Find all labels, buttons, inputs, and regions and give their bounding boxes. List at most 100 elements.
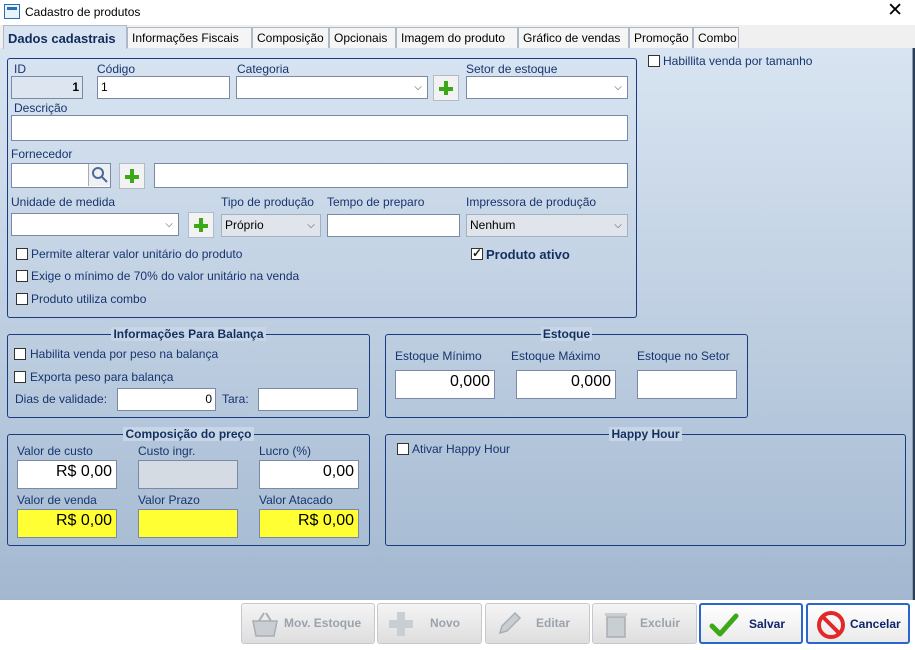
categoria-select[interactable] (236, 76, 428, 99)
title-bar: Cadastro de produtos ✕ (0, 0, 915, 24)
excluir-button[interactable]: Excluir (592, 603, 697, 644)
estoque-maximo-label: Estoque Máximo (511, 349, 601, 363)
ativar-happy-hour-checkbox[interactable] (397, 443, 409, 455)
exporta-peso-label: Exporta peso para balança (30, 370, 174, 384)
exige-minimo-checkbox[interactable] (16, 270, 28, 282)
tab-informacoes-fiscais[interactable]: Informações Fiscais (127, 27, 252, 48)
unidade-select[interactable] (11, 213, 179, 236)
id-label: ID (14, 62, 26, 76)
chevron-down-icon (161, 215, 177, 234)
produto-ativo-checkbox[interactable] (471, 246, 483, 260)
estoque-setor-label: Estoque no Setor (637, 349, 730, 363)
ativar-happy-hour-label: Ativar Happy Hour (412, 442, 511, 456)
codigo-label: Código (97, 62, 136, 76)
tara-input[interactable] (258, 388, 358, 411)
custo-ingr-field (138, 460, 238, 489)
add-fornecedor-button[interactable] (119, 163, 145, 189)
impressora-label: Impressora de produção (466, 195, 597, 209)
lucro-label: Lucro (%) (259, 444, 312, 458)
venda-tamanho-checkbox[interactable] (648, 55, 660, 67)
chevron-down-icon (410, 78, 426, 97)
produto-ativo-label: Produto ativo (486, 247, 570, 262)
cancelar-label: Cancelar (850, 617, 901, 631)
valor-atacado-label: Valor Atacado (259, 493, 333, 507)
estoque-title: Estoque (540, 327, 593, 341)
tara-label: Tara: (222, 392, 249, 406)
unidade-label: Unidade de medida (11, 195, 116, 209)
trash-icon (605, 613, 627, 638)
novo-button[interactable]: Novo (377, 603, 482, 644)
valor-venda-input[interactable]: R$ 0,00 (17, 509, 117, 538)
valor-custo-label: Valor de custo (17, 444, 93, 458)
setor-select[interactable] (466, 76, 628, 99)
search-button[interactable] (88, 164, 110, 186)
exige-minimo-label: Exige o mínimo de 70% do valor unitário … (31, 269, 300, 283)
mov-estoque-label: Mov. Estoque (284, 616, 362, 630)
valor-custo-input[interactable]: R$ 0,00 (17, 460, 117, 489)
tab-promocao[interactable]: Promoção (629, 27, 693, 48)
dias-validade-label: Dias de validade: (15, 392, 108, 406)
chevron-down-icon (610, 216, 626, 235)
setor-label: Setor de estoque (466, 62, 558, 76)
descricao-label: Descrição (14, 101, 68, 115)
id-field: 1 (11, 76, 83, 99)
dias-validade-input[interactable]: 0 (117, 388, 216, 411)
tab-dados-cadastrais[interactable]: Dados cadastrais (3, 25, 127, 49)
valor-atacado-input[interactable]: R$ 0,00 (259, 509, 359, 538)
tipo-producao-value: Próprio (225, 218, 264, 232)
tipo-producao-label: Tipo de produção (221, 195, 314, 209)
estoque-maximo-input[interactable]: 0,000 (516, 370, 616, 399)
custo-ingr-label: Custo ingr. (138, 444, 196, 458)
editar-label: Editar (536, 616, 571, 630)
descricao-input[interactable] (11, 115, 628, 141)
add-categoria-button[interactable] (433, 75, 459, 101)
impressora-select[interactable]: Nenhum (466, 214, 628, 237)
pencil-icon (498, 611, 522, 635)
codigo-input[interactable]: 1 (97, 76, 230, 99)
window-title: Cadastro de produtos (25, 5, 141, 19)
chevron-down-icon (303, 216, 319, 235)
utiliza-combo-label: Produto utiliza combo (31, 292, 147, 306)
venda-tamanho-label: Habillita venda por tamanho (663, 54, 813, 68)
exporta-peso-checkbox[interactable] (14, 371, 26, 383)
cancelar-button[interactable]: Cancelar (806, 603, 910, 644)
excluir-label: Excluir (640, 616, 681, 630)
close-icon[interactable]: ✕ (887, 1, 903, 21)
tipo-producao-select[interactable]: Próprio (221, 214, 321, 237)
checkmark-icon (709, 613, 739, 637)
estoque-setor-input[interactable] (637, 370, 737, 399)
preco-title: Composição do preço (123, 427, 254, 441)
lucro-input[interactable]: 0,00 (259, 460, 359, 489)
categoria-label: Categoria (237, 62, 290, 76)
fornecedor-input[interactable] (11, 163, 111, 188)
permite-alterar-checkbox[interactable] (16, 248, 28, 260)
happy-hour-title: Happy Hour (609, 427, 682, 441)
tempo-preparo-input[interactable] (327, 214, 460, 237)
balanca-title: Informações Para Balança (111, 327, 266, 341)
valor-prazo-label: Valor Prazo (138, 493, 200, 507)
estoque-minimo-label: Estoque Mínimo (395, 349, 482, 363)
tab-composicao[interactable]: Composição (252, 27, 329, 48)
habilita-peso-checkbox[interactable] (14, 348, 26, 360)
tab-imagem-produto[interactable]: Imagem do produto (396, 27, 518, 48)
basket-icon (252, 612, 278, 637)
add-unidade-button[interactable] (188, 212, 214, 238)
utiliza-combo-checkbox[interactable] (16, 293, 28, 305)
fornecedor-label: Fornecedor (11, 147, 73, 161)
tab-combo[interactable]: Combo (693, 27, 739, 48)
estoque-minimo-input[interactable]: 0,000 (395, 370, 495, 399)
editar-button[interactable]: Editar (485, 603, 590, 644)
permite-alterar-label: Permite alterar valor unitário do produt… (31, 247, 243, 261)
mov-estoque-button[interactable]: Mov. Estoque (241, 603, 375, 644)
valor-prazo-input[interactable] (138, 509, 238, 538)
tab-grafico-vendas[interactable]: Gráfico de vendas (518, 27, 629, 48)
salvar-button[interactable]: Salvar (699, 603, 803, 644)
impressora-value: Nenhum (470, 218, 516, 232)
fornecedor-nome-field[interactable] (154, 163, 628, 188)
salvar-label: Salvar (749, 617, 786, 631)
novo-label: Novo (430, 616, 460, 630)
habilita-peso-label: Habilita venda por peso na balança (30, 347, 219, 361)
chevron-down-icon (610, 78, 626, 97)
valor-venda-label: Valor de venda (17, 493, 97, 507)
tab-opcionais[interactable]: Opcionais (329, 27, 396, 48)
